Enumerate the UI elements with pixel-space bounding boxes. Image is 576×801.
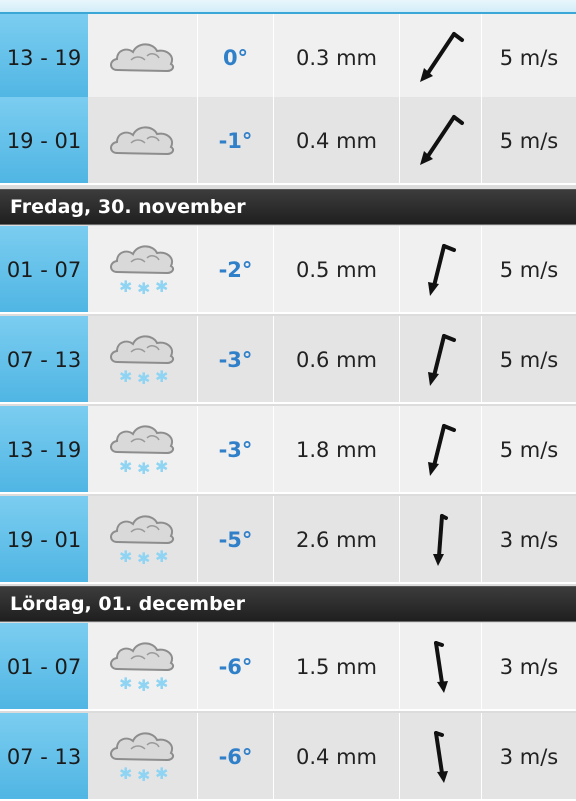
svg-text:✱: ✱ — [155, 457, 168, 476]
snow-cloud-icon: ✱ ✱ ✱ — [88, 406, 198, 494]
temperature: -2° — [198, 226, 274, 314]
svg-text:✱: ✱ — [137, 676, 150, 695]
svg-text:✱: ✱ — [119, 457, 132, 476]
wind-speed: 5 m/s — [499, 258, 559, 282]
forecast-row[interactable]: 01 - 07 ✱ ✱ ✱ -6° 1.5 mm 3 m/s — [0, 623, 576, 711]
south-south-west-arrow-icon — [400, 406, 482, 494]
forecast-row[interactable]: 01 - 07 ✱ ✱ ✱ -2° 0.5 mm 5 m/s — [0, 226, 576, 314]
forecast-row[interactable]: 19 - 01 -1° 0.4 mm 5 m/s — [0, 97, 576, 185]
cloud-icon — [88, 14, 198, 102]
day-header: Fredag, 30. november — [0, 189, 576, 225]
cloud-icon — [88, 97, 198, 185]
snow-cloud-icon: ✱ ✱ ✱ — [88, 713, 198, 801]
time-range: 01 - 07 — [0, 623, 88, 711]
svg-text:✱: ✱ — [155, 277, 168, 296]
svg-text:✱: ✱ — [119, 674, 132, 693]
temperature: -5° — [198, 496, 274, 584]
svg-text:✱: ✱ — [119, 764, 132, 783]
time-range: 07 - 13 — [0, 316, 88, 404]
day-header: Lördag, 01. december — [0, 586, 576, 622]
south-arrow-icon — [400, 496, 482, 584]
south-arrow-icon — [400, 713, 482, 801]
temperature: -3° — [198, 406, 274, 494]
snow-cloud-icon: ✱ ✱ ✱ — [88, 226, 198, 314]
svg-text:✱: ✱ — [137, 459, 150, 478]
snow-cloud-icon: ✱ ✱ ✱ — [88, 496, 198, 584]
wind-speed: 5 m/s — [499, 348, 559, 372]
forecast-row[interactable]: 19 - 01 ✱ ✱ ✱ -5° 2.6 mm 3 m/s — [0, 496, 576, 584]
svg-text:✱: ✱ — [137, 766, 150, 785]
temperature: -6° — [198, 623, 274, 711]
south-west-arrow-icon — [400, 14, 482, 102]
snow-cloud-icon: ✱ ✱ ✱ — [88, 623, 198, 711]
wind-speed: 5 m/s — [499, 46, 559, 70]
svg-text:✱: ✱ — [137, 369, 150, 388]
temperature: -3° — [198, 316, 274, 404]
temperature: -1° — [198, 97, 274, 185]
top-bar — [0, 0, 576, 14]
svg-text:✱: ✱ — [119, 367, 132, 386]
snow-cloud-icon: ✱ ✱ ✱ — [88, 316, 198, 404]
svg-text:✱: ✱ — [119, 547, 132, 566]
precipitation: 0.5 mm — [274, 226, 400, 314]
time-range: 13 - 19 — [0, 14, 88, 102]
wind-speed: 3 m/s — [499, 745, 559, 769]
precipitation: 0.3 mm — [274, 14, 400, 102]
time-range: 01 - 07 — [0, 226, 88, 314]
south-arrow-icon — [400, 623, 482, 711]
time-range: 19 - 01 — [0, 97, 88, 185]
svg-text:✱: ✱ — [155, 367, 168, 386]
svg-text:✱: ✱ — [119, 277, 132, 296]
precipitation: 0.6 mm — [274, 316, 400, 404]
wind-speed: 3 m/s — [499, 655, 559, 679]
south-south-west-arrow-icon — [400, 226, 482, 314]
forecast-row[interactable]: 07 - 13 ✱ ✱ ✱ -3° 0.6 mm 5 m/s — [0, 316, 576, 404]
wind-speed: 3 m/s — [499, 528, 559, 552]
forecast-row[interactable]: 13 - 19 ✱ ✱ ✱ -3° 1.8 mm 5 m/s — [0, 406, 576, 494]
time-range: 19 - 01 — [0, 496, 88, 584]
south-west-arrow-icon — [400, 97, 482, 185]
precipitation: 0.4 mm — [274, 713, 400, 801]
temperature: -6° — [198, 713, 274, 801]
precipitation: 2.6 mm — [274, 496, 400, 584]
svg-text:✱: ✱ — [137, 279, 150, 298]
precipitation: 1.8 mm — [274, 406, 400, 494]
svg-text:✱: ✱ — [137, 549, 150, 568]
wind-speed: 5 m/s — [499, 129, 559, 153]
precipitation: 1.5 mm — [274, 623, 400, 711]
svg-text:✱: ✱ — [155, 764, 168, 783]
forecast-row[interactable]: 07 - 13 ✱ ✱ ✱ -6° 0.4 mm 3 m/s — [0, 713, 576, 801]
precipitation: 0.4 mm — [274, 97, 400, 185]
forecast-row[interactable]: 13 - 19 0° 0.3 mm 5 m/s — [0, 14, 576, 102]
south-south-west-arrow-icon — [400, 316, 482, 404]
wind-speed: 5 m/s — [499, 438, 559, 462]
temperature: 0° — [198, 14, 274, 102]
time-range: 07 - 13 — [0, 713, 88, 801]
svg-text:✱: ✱ — [155, 674, 168, 693]
time-range: 13 - 19 — [0, 406, 88, 494]
svg-text:✱: ✱ — [155, 547, 168, 566]
